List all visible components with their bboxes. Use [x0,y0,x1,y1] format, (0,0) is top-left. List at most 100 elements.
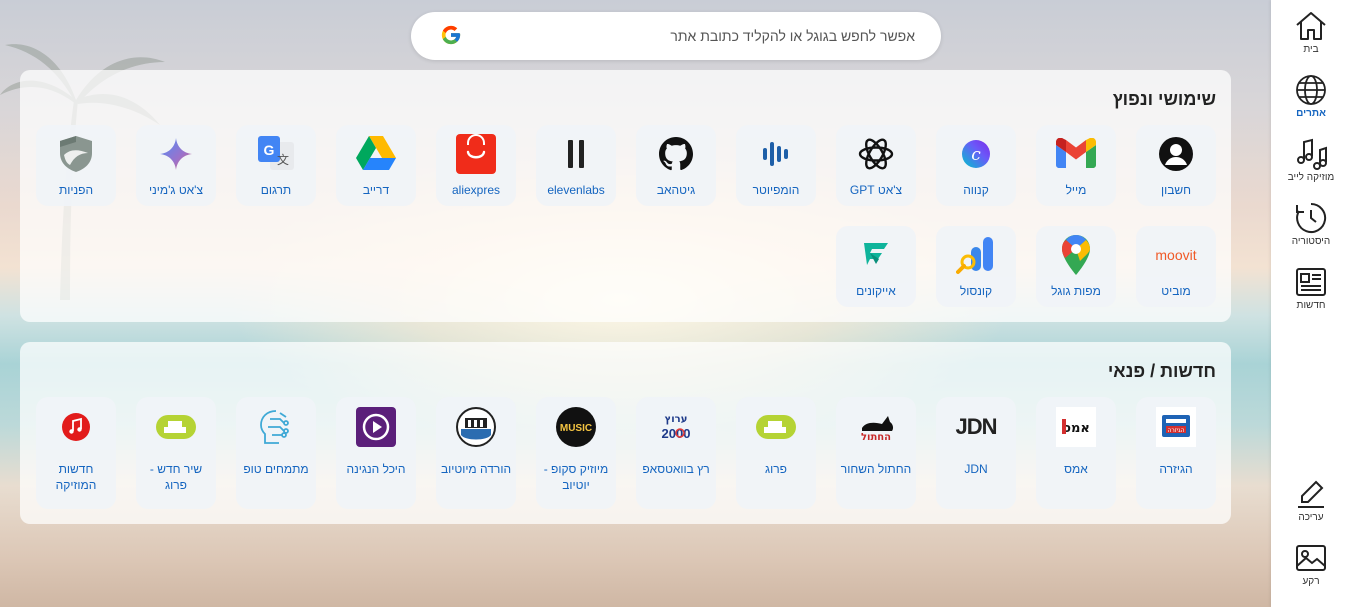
sidebar-item-background[interactable]: רקע [1271,542,1351,587]
svg-text:MUSIC: MUSIC [560,423,592,434]
tile-humpiuter[interactable]: הומפיוטר [736,125,816,206]
circuit-head-icon [260,410,289,444]
image-icon [1296,545,1326,571]
tile-chatgpt[interactable]: צ'אט GPT [836,125,916,206]
tile-label: elevenlabs [547,183,605,197]
tile-referrals[interactable]: הפניות [36,125,116,206]
tile-moovit[interactable]: moovit מוביט [1136,226,1216,307]
music-notes-icon [1297,138,1327,170]
frog-icon [156,415,196,439]
download-youtube-icon [456,407,496,447]
black-cat-icon: החתול [861,416,894,443]
tile-label: רץ בוואטסאפ [642,462,710,476]
sidebar-item-label: רקע [1302,576,1320,587]
tile-github[interactable]: גיטהאב [636,125,716,206]
tile-gmail[interactable]: מייל [1036,125,1116,206]
music-scoop-icon: MUSIC [556,407,596,447]
google-icon [441,25,461,45]
flaticon-icon [864,243,888,265]
tile-music-scoop[interactable]: MUSIC מיוזיק סקופ - יוטיוב [536,397,616,509]
section-useful: שימושי ונפוץ חשבון מייל c קנווה צ'אט GPT… [20,70,1231,322]
tile-label: אייקונים [856,284,896,298]
tile-label: צ'אט GPT [849,183,903,197]
tile-aliexpress[interactable]: aliexpres [436,125,516,206]
sidebar-item-label: מוזיקה לייב [1287,172,1335,183]
sidebar-item-label: היסטוריה [1291,236,1331,247]
ems-icon: אמס [1056,407,1096,447]
sidebar-item-label: עריכה [1298,512,1324,523]
sidebar-item-home[interactable]: בית [1271,10,1351,55]
google-maps-icon [1062,235,1090,275]
search-input[interactable] [485,24,915,48]
frog-icon [756,415,796,439]
sidebar-item-label: אתרים [1296,108,1326,119]
tile-label: מתמחים טופ [243,462,309,476]
tile-label: צ'אט ג'מיני [148,183,204,197]
sidebar-item-history[interactable]: היסטוריה [1271,202,1351,247]
elevenlabs-icon [568,140,584,168]
moovit-icon: moovit [1155,247,1197,263]
tile-translate[interactable]: G文 תרגום [236,125,316,206]
tile-label: שיר חדש - פרוג [149,462,203,492]
tile-label: תרגום [260,183,292,197]
hagizra-icon: הגיזרה [1156,407,1196,447]
svg-text:文: 文 [277,152,289,167]
jdn-icon: JDN [955,414,998,439]
tile-label: הפניות [58,183,94,197]
tile-frog[interactable]: פרוג [736,397,816,509]
tile-whatsapp-channel[interactable]: ערוץ 2000 רץ בוואטסאפ [636,397,716,509]
sidebar-item-news[interactable]: חדשות [1271,266,1351,311]
svg-text:הגיזרה: הגיזרה [1167,427,1184,434]
section-title: שימושי ונפוץ [1112,89,1216,109]
tile-label: הורדה מיוטיוב [440,462,512,476]
tile-label: פרוג [765,462,787,476]
tile-label: היכל הנגינה [346,462,406,476]
tile-drive[interactable]: דרייב [336,125,416,206]
gmail-icon [1056,138,1096,168]
account-icon [1159,137,1193,171]
shield-icon [60,136,92,172]
tile-jdn[interactable]: JDN JDN [936,397,1016,509]
sidebar-item-sites[interactable]: אתרים [1271,74,1351,119]
tile-label: חשבון [1160,183,1192,197]
chatgpt-icon [858,138,894,170]
svg-text:החתול: החתול [861,432,891,443]
tile-ems[interactable]: אמס אמס [1036,397,1116,509]
google-drive-icon [356,136,396,170]
tile-label: אמס [1064,462,1088,476]
tile-account[interactable]: חשבון [1136,125,1216,206]
sidebar-item-live-music[interactable]: מוזיקה לייב [1271,138,1351,183]
tile-interns[interactable]: מתמחים טופ [236,397,316,509]
globe-icon [1296,75,1326,105]
tile-label: קנווה [963,183,989,197]
tile-label: מייל [1065,183,1087,197]
tile-label: קונסול [959,284,993,298]
tile-label: מיוזיק סקופ - יוטיוב [543,462,609,492]
tile-icons[interactable]: אייקונים [836,226,916,307]
tile-label: החתול השחור [840,462,912,476]
tile-label: הומפיוטר [752,183,800,197]
tile-canva[interactable]: c קנווה [936,125,1016,206]
tile-label: הגיזרה [1159,462,1193,476]
tile-music-news[interactable]: חדשות המוזיקה [36,397,116,509]
sidebar-item-edit[interactable]: עריכה [1271,478,1351,523]
section-news: חדשות / פנאי הגיזרה הגיזרה אמס אמס JDN J… [20,342,1231,524]
tile-console[interactable]: קונסול [936,226,1016,307]
tile-black-cat[interactable]: החתול החתול השחור [836,397,916,509]
tile-music-hall[interactable]: היכל הנגינה [336,397,416,509]
history-icon [1296,202,1327,233]
tile-elevenlabs[interactable]: elevenlabs [536,125,616,206]
tile-label: מפות גוגל [1051,284,1101,298]
tile-new-song-frog[interactable]: שיר חדש - פרוג [136,397,216,509]
tile-label: גיטהאב [656,183,696,197]
svg-text:אמס: אמס [1062,421,1090,436]
search-bar[interactable] [411,12,941,60]
tile-download-youtube[interactable]: הורדה מיוטיוב [436,397,516,509]
google-translate-icon: G文 [258,136,294,170]
tile-maps[interactable]: מפות גוגל [1036,226,1116,307]
tile-hagizra[interactable]: הגיזרה הגיזרה [1136,397,1216,509]
newspaper-icon [1296,268,1326,296]
search-console-icon [956,237,993,274]
tile-gemini[interactable]: צ'אט ג'מיני [136,125,216,206]
humpiuter-icon [763,142,788,166]
